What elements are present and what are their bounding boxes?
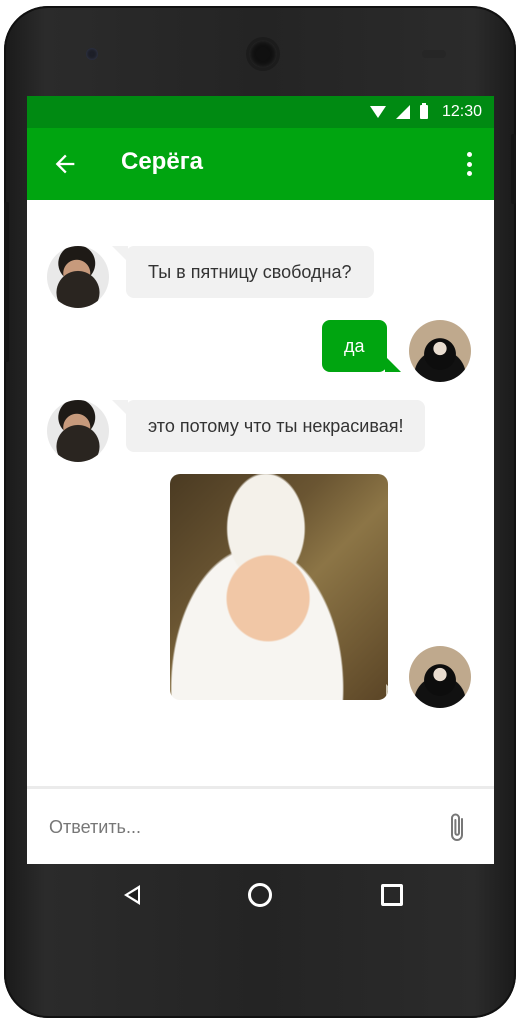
message-incoming: это потому что ты некрасивая! bbox=[111, 400, 426, 452]
message-incoming: Ты в пятницу свободна? bbox=[112, 246, 374, 298]
user-avatar bbox=[409, 646, 471, 708]
contact-avatar bbox=[47, 400, 109, 462]
chat-title: Серёга bbox=[121, 148, 204, 175]
sticker-image[interactable] bbox=[170, 474, 388, 700]
nav-home-button[interactable] bbox=[243, 878, 277, 912]
status-time: 12:30 bbox=[441, 103, 482, 120]
speaker-grille bbox=[422, 50, 446, 58]
contact-avatar bbox=[47, 246, 109, 308]
battery-icon bbox=[419, 103, 428, 119]
message-text: Ты в пятницу свободна? bbox=[148, 261, 352, 282]
power-button bbox=[511, 134, 516, 204]
circle-home-icon bbox=[248, 883, 272, 907]
user-avatar bbox=[409, 320, 471, 382]
app-bar: Серёга bbox=[27, 128, 494, 200]
front-camera bbox=[249, 40, 277, 68]
proximity-sensor bbox=[86, 48, 98, 60]
square-recents-icon bbox=[381, 884, 403, 906]
message-list: Ты в пятницу свободна? да это потому что… bbox=[27, 200, 494, 786]
triangle-back-icon bbox=[124, 885, 140, 905]
message-outgoing: да bbox=[322, 320, 400, 372]
status-bar: 12:30 bbox=[27, 96, 494, 128]
nav-back-button[interactable] bbox=[115, 878, 149, 912]
arrow-back-icon[interactable] bbox=[51, 150, 79, 178]
message-text: это потому что ты некрасивая! bbox=[148, 415, 404, 436]
nav-recents-button[interactable] bbox=[375, 878, 409, 912]
composer bbox=[27, 786, 494, 864]
paperclip-icon[interactable] bbox=[446, 811, 470, 845]
volume-button bbox=[4, 202, 9, 362]
message-text: да bbox=[344, 335, 365, 356]
signal-icon bbox=[395, 105, 410, 119]
wifi-icon bbox=[369, 106, 386, 118]
screen: 12:30 Серёга Ты в пятницу свободна? да э… bbox=[27, 96, 494, 864]
system-nav-bar bbox=[27, 864, 494, 924]
reply-input[interactable] bbox=[47, 811, 431, 843]
more-vert-icon[interactable] bbox=[466, 152, 472, 176]
